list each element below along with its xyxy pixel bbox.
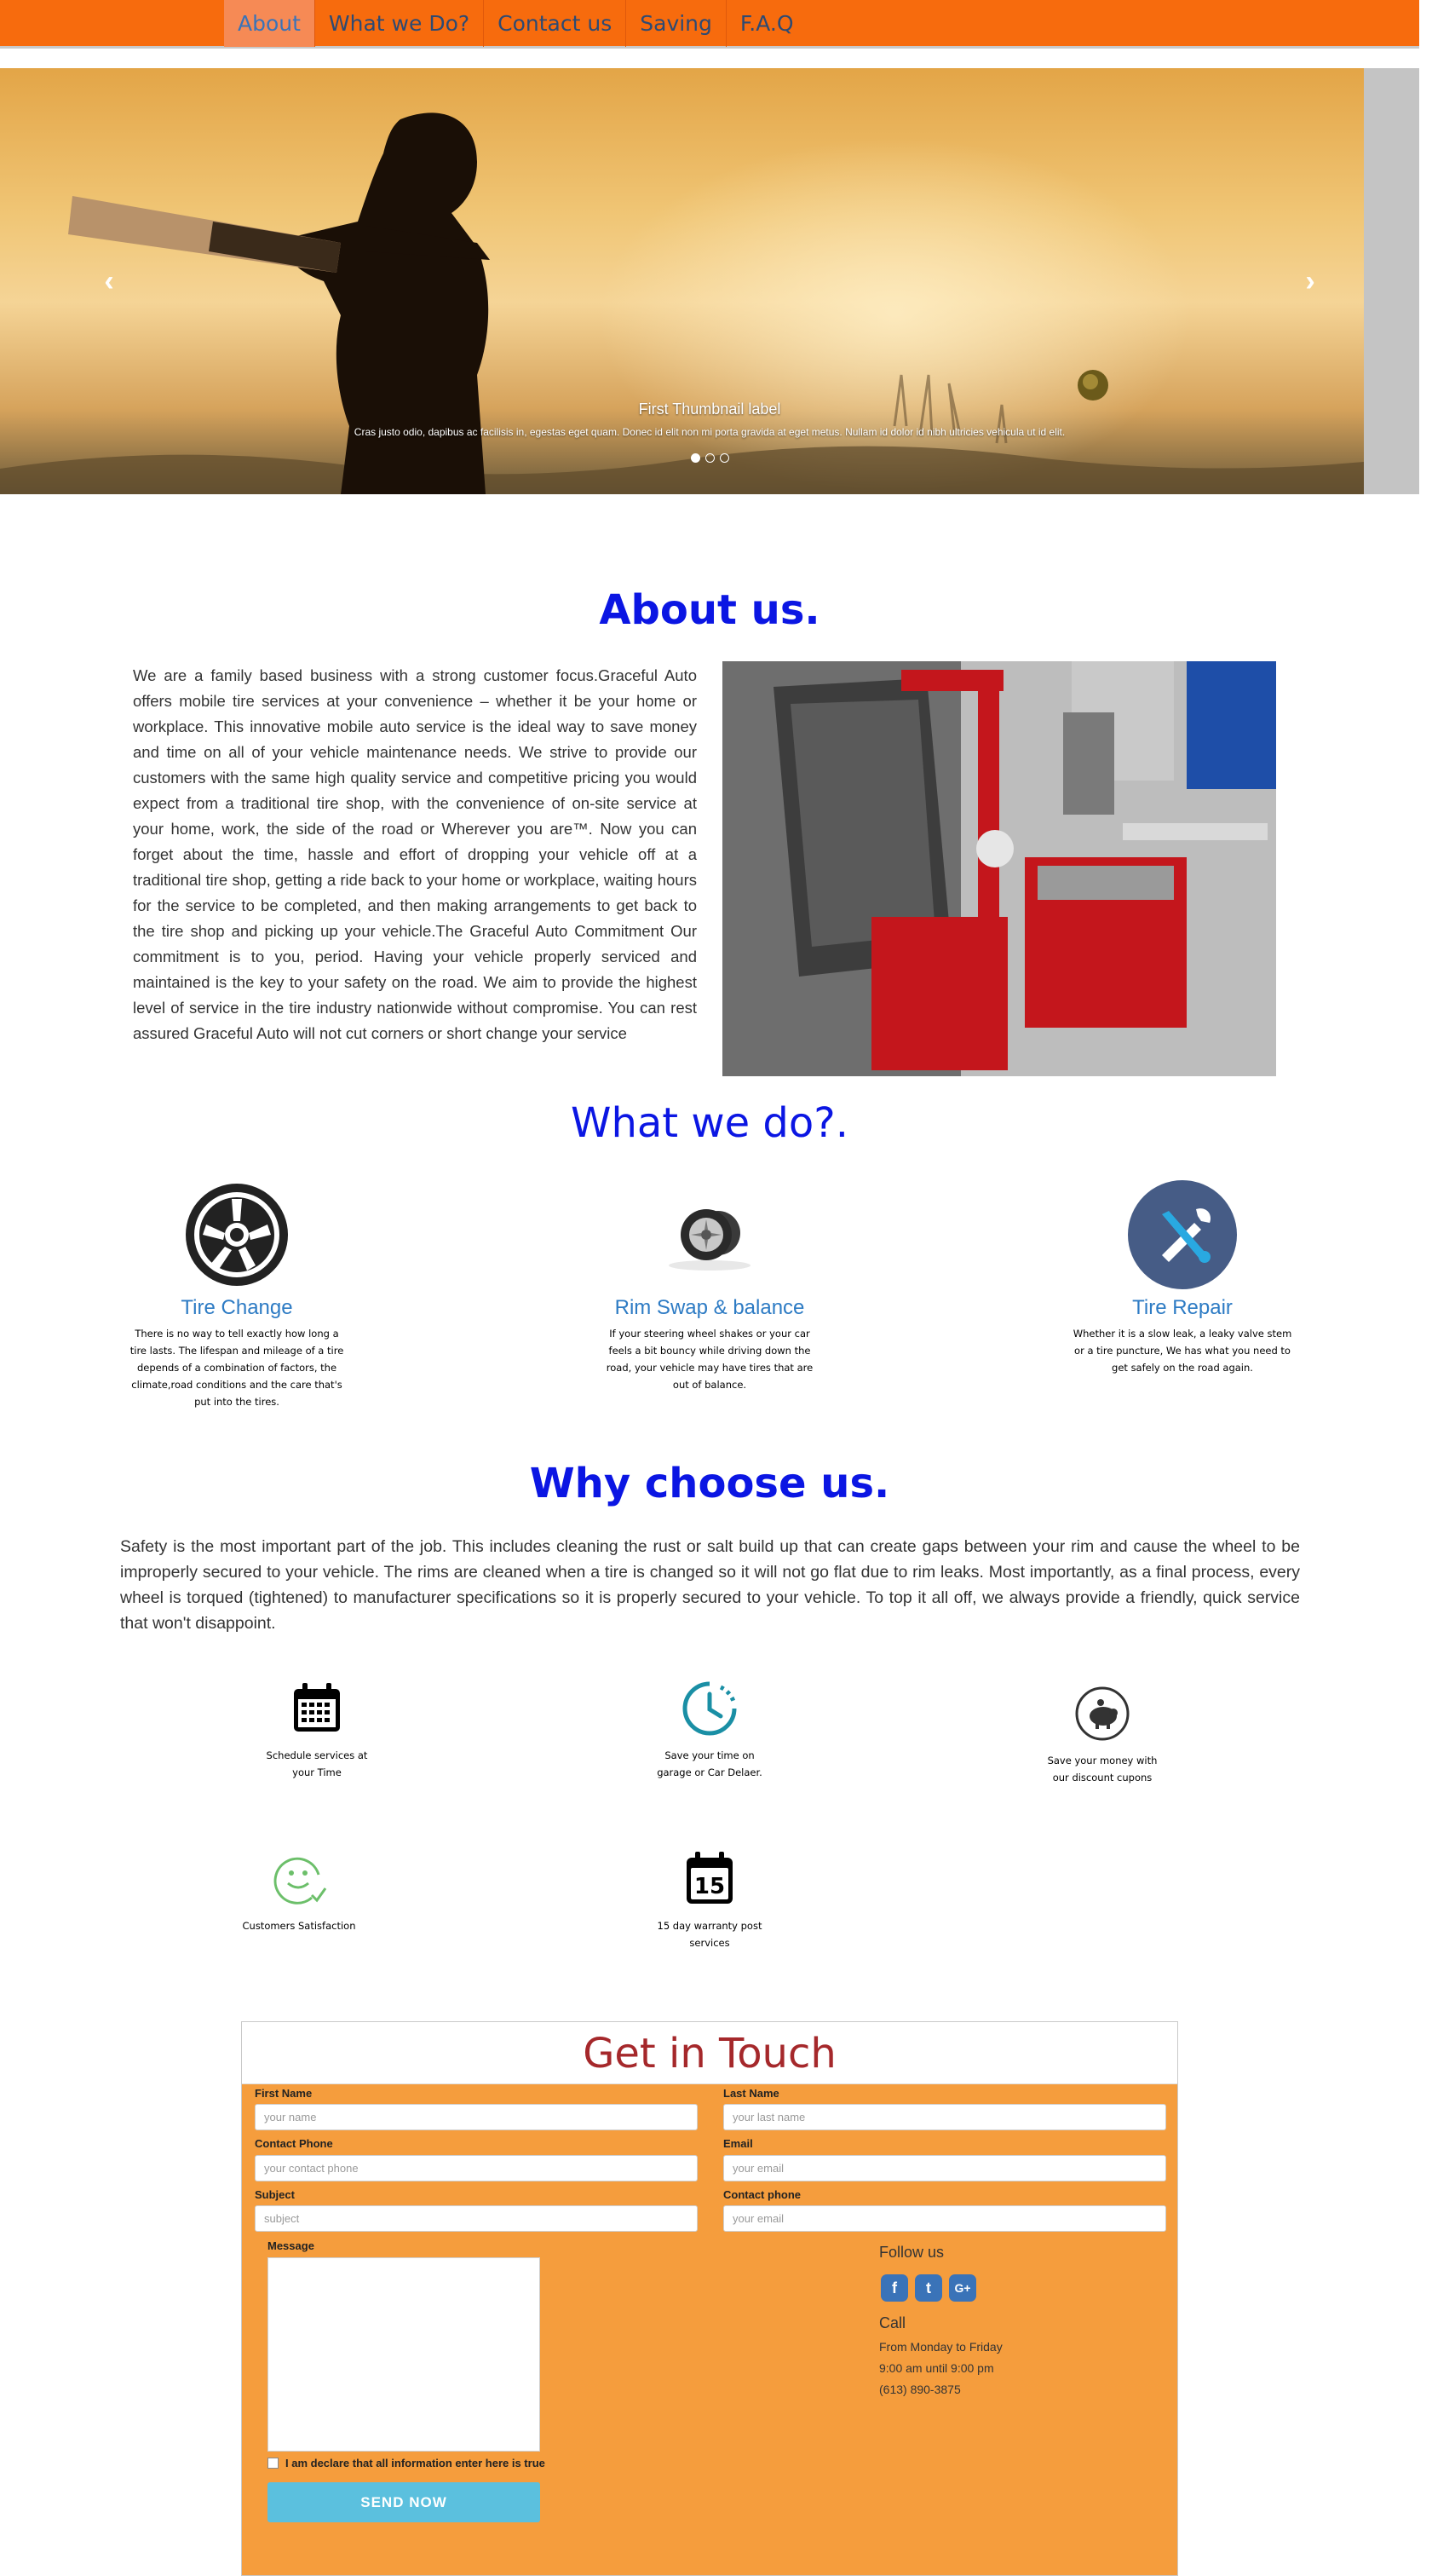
service-title: Tire Change <box>181 1296 293 1319</box>
first-name-input[interactable]: your name <box>255 2104 698 2130</box>
nav-item-about[interactable]: About <box>224 0 315 47</box>
chevron-right-icon: › <box>1305 264 1315 297</box>
about-heading: About us. <box>599 586 820 634</box>
feature-satisfaction: Customers Satisfaction <box>239 1849 359 1934</box>
contact-phone-label: Contact Phone <box>255 2137 333 2150</box>
feature-text: Save your money with our discount cupons <box>1047 1755 1158 1784</box>
calendar-icon <box>287 1679 347 1738</box>
svg-text:15: 15 <box>694 1874 725 1899</box>
declare-checkbox-row[interactable]: I am declare that all information enter … <box>267 2457 545 2469</box>
email-label: Email <box>723 2137 753 2150</box>
facebook-icon[interactable]: f <box>881 2274 908 2302</box>
why-text: Safety is the most important part of the… <box>120 1537 1300 1633</box>
feature-save-money: Save your money with our discount cupons <box>1043 1679 1162 1786</box>
phone-number: (613) 890-3875 <box>879 2383 961 2396</box>
google-plus-icon[interactable]: G+ <box>949 2274 976 2302</box>
contact-phone2-input[interactable]: your email <box>723 2205 1166 2232</box>
hero-carousel[interactable]: ‹ › First Thumbnail label Cras justo odi… <box>0 68 1419 494</box>
contact-header: Get in Touch <box>242 2022 1177 2084</box>
top-navbar: About What we Do? Contact us Saving F.A.… <box>0 0 1419 49</box>
first-name-label: First Name <box>255 2087 313 2100</box>
feature-text: Customers Satisfaction <box>242 1920 356 1932</box>
carousel-indicators <box>691 453 729 463</box>
carousel-indicator-3[interactable] <box>720 453 729 463</box>
carousel-indicator-1[interactable] <box>691 453 700 463</box>
message-textarea[interactable] <box>267 2257 540 2452</box>
subject-label: Subject <box>255 2188 295 2201</box>
nav-item-contact-us[interactable]: Contact us <box>484 0 627 47</box>
feature-text: Save your time on garage or Car Delaer. <box>657 1749 762 1778</box>
nav-menu: About What we Do? Contact us Saving F.A.… <box>224 0 808 47</box>
feature-warranty: 15 15 day warranty post services <box>650 1849 769 1951</box>
contact-phone2-label: Contact phone <box>723 2188 801 2201</box>
service-desc: Whether it is a slow leak, a leaky valve… <box>1073 1328 1292 1374</box>
nav-item-faq[interactable]: F.A.Q <box>727 0 808 47</box>
feature-save-time: Save your time on garage or Car Delaer. <box>650 1679 769 1781</box>
follow-us-label: Follow us <box>879 2244 945 2261</box>
calendar-15-icon: 15 <box>680 1849 739 1909</box>
service-tire-repair: Tire Repair Whether it is a slow leak, a… <box>1072 1180 1293 1376</box>
rim-icon <box>655 1180 764 1289</box>
send-button[interactable]: SEND NOW <box>267 2482 540 2522</box>
carousel-next-button[interactable]: › <box>1293 264 1327 298</box>
carousel-caption-text: Cras justo odio, dapibus ac facilisis in… <box>354 426 1066 438</box>
call-label: Call <box>879 2314 906 2331</box>
last-name-input[interactable]: your last name <box>723 2104 1166 2130</box>
carousel-caption-title: First Thumbnail label <box>638 401 781 418</box>
service-title: Rim Swap & balance <box>614 1296 805 1319</box>
declare-label: I am declare that all information enter … <box>285 2457 545 2469</box>
contact-phone-input[interactable]: your contact phone <box>255 2155 698 2181</box>
feature-text: 15 day warranty post services <box>657 1920 762 1949</box>
feature-schedule: Schedule services at your Time <box>257 1679 377 1781</box>
wheel-icon <box>182 1180 291 1289</box>
tire-shop-image <box>722 661 1276 1076</box>
about-text: We are a family based business with a st… <box>133 666 697 1042</box>
smiley-icon <box>269 1849 329 1909</box>
twitter-icon[interactable]: t <box>915 2274 942 2302</box>
chevron-left-icon: ‹ <box>104 264 114 297</box>
page: About What we Do? Contact us Saving F.A.… <box>0 0 1432 2576</box>
feature-text: Schedule services at your Time <box>266 1749 368 1778</box>
carousel-indicator-2[interactable] <box>705 453 715 463</box>
nav-item-what-we-do[interactable]: What we Do? <box>315 0 485 47</box>
piggy-bank-icon <box>1073 1684 1132 1743</box>
clock-icon <box>680 1679 739 1738</box>
subject-input[interactable]: subject <box>255 2205 698 2232</box>
tools-icon <box>1128 1180 1237 1289</box>
last-name-label: Last Name <box>723 2087 779 2100</box>
why-heading: Why choose us. <box>529 1460 890 1507</box>
message-label: Message <box>267 2239 314 2252</box>
service-desc: There is no way to tell exactly how long… <box>129 1328 344 1408</box>
contact-heading: Get in Touch <box>583 2030 837 2078</box>
declare-checkbox[interactable] <box>267 2458 279 2469</box>
carousel-prev-button[interactable]: ‹ <box>92 264 126 298</box>
email-input[interactable]: your email <box>723 2155 1166 2181</box>
services-heading: What we do?. <box>571 1099 848 1147</box>
contact-form-section: Get in Touch First Name your name Last N… <box>241 2021 1178 2576</box>
service-rim-swap: Rim Swap & balance If your steering whee… <box>599 1180 820 1393</box>
nav-item-saving[interactable]: Saving <box>626 0 727 47</box>
service-tire-change: Tire Change There is no way to tell exac… <box>126 1180 348 1410</box>
hours-time: 9:00 am until 9:00 pm <box>879 2361 994 2375</box>
hours-days: From Monday to Friday <box>879 2340 1003 2354</box>
service-title: Tire Repair <box>1132 1296 1233 1319</box>
service-desc: If your steering wheel shakes or your ca… <box>606 1328 814 1391</box>
